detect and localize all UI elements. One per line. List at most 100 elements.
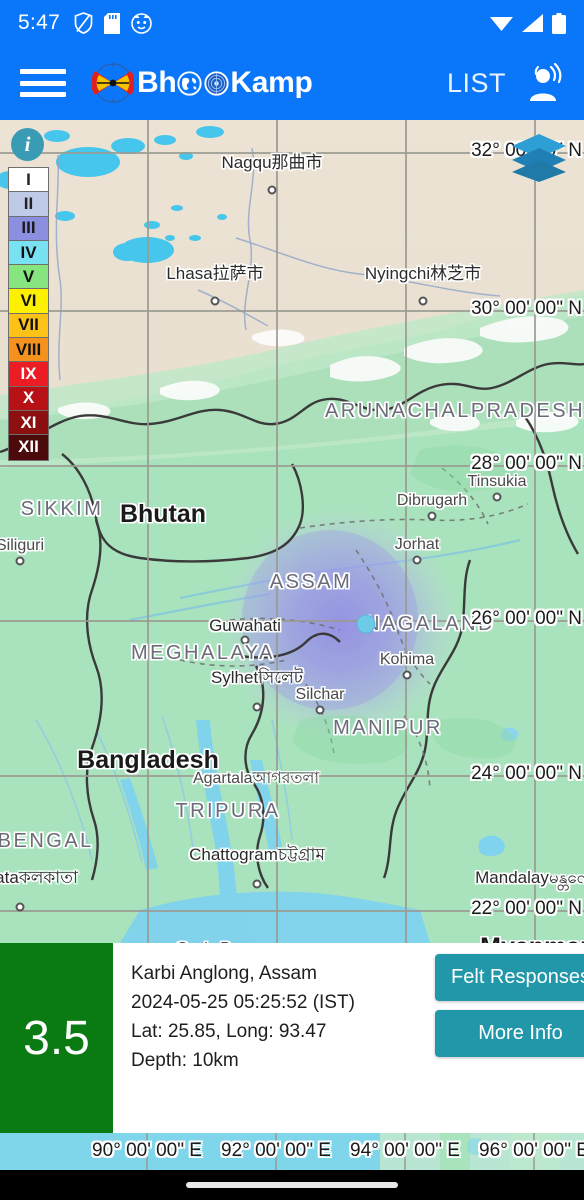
map-label-myanmar: Myanmar [480, 933, 584, 943]
status-bar-clock: 5:47 [18, 11, 61, 34]
more-info-button[interactable]: More Info [435, 1010, 584, 1057]
place-name: Agartala [192, 770, 253, 787]
map-label-west-bengal: WEST BENGAL [0, 830, 94, 853]
earthquake-info-card: 3.5 Karbi Anglong, Assam 2024-05-25 05:2… [0, 943, 584, 1133]
place-name: Nagqu [221, 153, 272, 172]
map-label-silchar: Silchar [296, 686, 345, 704]
intensity-level-xi[interactable]: XI [9, 410, 48, 436]
app-title: Bh Kamp [137, 66, 313, 100]
place-name: ARUNACHAL [324, 400, 471, 422]
grid-line-vertical [534, 120, 536, 943]
place-name: Lhasa [166, 264, 213, 283]
intensity-level-i[interactable]: I [9, 168, 48, 193]
place-name: SIKKIM [20, 498, 104, 520]
city-marker-dot [402, 670, 412, 680]
map-label-bhutan: Bhutan [120, 500, 206, 529]
map-label-arunachal: ARUNACHALPRADESH [325, 400, 584, 423]
hamburger-menu-icon[interactable] [20, 66, 66, 100]
city-marker-dot [412, 555, 422, 565]
epicenter-marker[interactable] [356, 614, 376, 634]
intensity-level-ix[interactable]: IX [9, 362, 48, 387]
latitude-label: 30° 00' 00" N [471, 298, 582, 319]
event-action-buttons: Felt Responses More Info [435, 954, 584, 1057]
felt-responses-button[interactable]: Felt Responses [435, 954, 584, 1001]
intensity-level-iii[interactable]: III [9, 216, 48, 241]
intensity-level-iv[interactable]: IV [9, 240, 48, 266]
city-marker-dot [252, 702, 262, 712]
user-account-icon[interactable] [526, 63, 564, 103]
place-name: MEGHALAYA [130, 642, 276, 664]
map-label-kolkata: Kolkataকলকাতা [0, 865, 78, 893]
latitude-label: 22° 00' 00" N [471, 898, 582, 919]
city-marker-dot [418, 296, 428, 306]
place-name: Mandalay [475, 868, 549, 887]
brand-suffix: Kamp [230, 66, 313, 99]
place-name-local: 那曲市 [271, 153, 323, 172]
place-name: WEST BENGAL [0, 830, 94, 852]
map-terrain [0, 120, 584, 943]
city-marker-dot [427, 511, 437, 521]
app-bar-actions: LIST [447, 63, 564, 103]
intensity-level-x[interactable]: X [9, 386, 48, 411]
longitude-label: 92° 00' 00" E [221, 1140, 331, 1161]
home-indicator[interactable] [186, 1182, 398, 1188]
map-label-mandalay: Mandalayမန္တလေး [475, 867, 584, 892]
place-name-local: আগরতলা [252, 770, 320, 787]
map-label-jorhat: Jorhat [395, 536, 439, 554]
place-name-local: မန္တလေး [548, 868, 584, 887]
event-details: Karbi Anglong, Assam 2024-05-25 05:25:52… [113, 943, 584, 1133]
system-navigation-bar [0, 1170, 584, 1200]
city-marker-dot [15, 902, 25, 912]
intensity-level-viii[interactable]: VIII [9, 338, 48, 363]
map-label-guwahati: Guwahati [209, 616, 281, 636]
map-label-sikkim: SIKKIM [21, 498, 104, 521]
map-info-button[interactable]: i [11, 128, 44, 161]
place-name-local: 林芝市 [430, 264, 482, 283]
place-name-local: কলকাতা [18, 868, 78, 887]
place-name: TRIPURA [175, 800, 281, 822]
wifi-icon [490, 17, 513, 31]
intensity-level-ii[interactable]: II [9, 192, 48, 217]
map-label-tripura: TRIPURA [175, 800, 280, 823]
map-label-lhasa: Lhasa拉萨市 [166, 259, 263, 284]
place-name-local: সিলেট [258, 668, 304, 687]
place-name: Guwahati [209, 616, 281, 635]
intensity-legend[interactable]: I II III IV V VI VII VIII IX X XI XII [8, 167, 49, 461]
map-label-agartala: Agartalaআগরতলা [193, 765, 319, 792]
map-label-assam: ASSAM [270, 571, 353, 594]
city-marker-dot [15, 556, 25, 566]
cat-face-icon [131, 12, 152, 34]
intensity-level-vii[interactable]: VII [9, 313, 48, 339]
map-label-sylhet: Sylhetসিলেট [211, 665, 303, 693]
place-name: Silchar [295, 686, 345, 703]
intensity-level-vi[interactable]: VI [9, 289, 48, 314]
city-marker-dot [315, 705, 325, 715]
place-name: Chattogram [189, 845, 278, 864]
longitude-bar: 90° 00' 00" E 92° 00' 00" E 94° 00' 00" E 9… [0, 1133, 584, 1170]
intensity-level-v[interactable]: V [9, 265, 48, 290]
map-view[interactable]: Nagqu那曲市 Lhasa拉萨市 Nyingchi林芝市 ARUNACHALPRAD… [0, 120, 584, 943]
signal-icon [522, 14, 543, 32]
map-label-manipur: MANIPUR [333, 717, 443, 740]
bhookamp-logo-icon [91, 62, 135, 104]
longitude-label: 96° 00' 00" E [479, 1140, 584, 1161]
status-bar: 5:47 [0, 0, 584, 46]
magnitude-value: 3.5 [23, 1011, 90, 1065]
place-name-local: PRADESH [470, 400, 584, 422]
grid-line-vertical [147, 120, 149, 943]
map-layers-icon[interactable] [510, 131, 568, 185]
place-name: Siliguri [0, 537, 45, 554]
place-name: Jorhat [394, 536, 440, 553]
map-label-kohima: Kohima [380, 651, 434, 669]
latitude-label: 26° 00' 00" N [471, 608, 582, 629]
list-button[interactable]: LIST [447, 68, 506, 99]
status-bar-right-icons [490, 12, 566, 34]
place-name: Nyingchi [364, 264, 431, 283]
place-name: Myanmar [480, 933, 584, 943]
map-label-nyingchi: Nyingchi林芝市 [365, 259, 481, 284]
magnitude-badge: 3.5 [0, 943, 113, 1133]
place-name: Dibrugarh [396, 492, 468, 509]
intensity-level-xii[interactable]: XII [9, 435, 48, 460]
sd-card-icon [104, 12, 121, 34]
place-name: Bhutan [119, 500, 207, 528]
